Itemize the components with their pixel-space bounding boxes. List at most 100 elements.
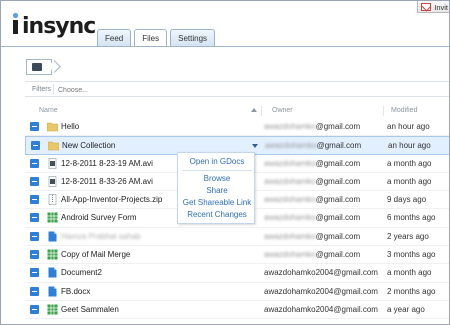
file-owner: awazdohamko@gmail.com [264, 232, 360, 241]
file-name[interactable]: FB.docx [61, 287, 90, 296]
file-owner: awazdohamko2004@gmail.com [264, 268, 378, 277]
owner-email: awazdohamko2004@gmail.com [264, 268, 378, 278]
file-owner: awazdohamko@gmail.com [264, 250, 360, 259]
file-modified: a month ago [387, 158, 432, 168]
row-checkbox[interactable] [30, 268, 39, 278]
file-row[interactable]: Geet Sammalen awazdohamko2004@gmail.com a … [25, 301, 449, 320]
owner-name-redacted: awazdohamko [264, 250, 316, 260]
file-owner: awazdohamko@gmail.com [265, 141, 361, 150]
insync-logo[interactable]: insync [8, 8, 96, 38]
file-modified: an hour ago [388, 141, 431, 151]
file-modified: 9 days ago [387, 195, 427, 205]
column-name[interactable]: Name [39, 107, 58, 114]
file-owner: awazdohamko2004@gmail.com [264, 305, 378, 314]
row-checkbox[interactable] [30, 176, 39, 186]
document-icon [47, 231, 58, 242]
filters-label: Filters [32, 86, 52, 93]
row-checkbox[interactable] [30, 304, 39, 314]
file-row[interactable]: FB.docx awazdohamko2004@gmail.com 2 months… [25, 283, 449, 301]
filter-input[interactable] [58, 84, 178, 96]
owner-name-redacted: awazdohamko [264, 122, 316, 131]
row-checkbox[interactable] [31, 141, 40, 151]
file-modified: a month ago [387, 176, 432, 186]
row-checkbox[interactable] [30, 122, 39, 131]
zip-file-icon [47, 194, 58, 205]
invite-button[interactable]: Invit [417, 1, 449, 13]
owner-email: @gmail.com [315, 195, 361, 205]
owner-name-redacted: awazdohamko [265, 141, 317, 151]
file-row[interactable]: Copy of Mail Merge awazdohamko@gmail.com 3… [25, 246, 449, 265]
file-name[interactable]: Hello [61, 122, 79, 131]
owner-email: awazdohamko2004@gmail.com [264, 286, 378, 296]
row-checkbox[interactable] [30, 231, 39, 241]
document-icon [47, 267, 58, 278]
file-name[interactable]: Hamza Prabhat sahab [61, 232, 141, 241]
column-owner[interactable]: Owner [272, 107, 293, 114]
video-file-icon [47, 176, 58, 187]
file-name[interactable]: New Collection [62, 141, 115, 150]
menu-share[interactable]: Share [178, 186, 256, 195]
file-name[interactable]: All-App-Inventor-Projects.zip [61, 195, 162, 204]
row-menu-dropdown-icon[interactable] [252, 144, 258, 149]
file-owner: awazdohamko@gmail.com [264, 195, 360, 204]
spreadsheet-icon [47, 212, 58, 223]
owner-name-redacted: awazdohamko [264, 213, 316, 223]
context-menu: Open in GDocs Browse Share Get Shareable… [177, 152, 255, 224]
owner-email: @gmail.com [315, 176, 361, 186]
drive-icon [32, 63, 42, 71]
file-modified: a month ago [387, 268, 432, 278]
file-name[interactable]: Copy of Mail Merge [61, 250, 130, 259]
file-modified: an hour ago [387, 122, 430, 131]
owner-name-redacted: awazdohamko [264, 158, 316, 168]
sort-ascending-icon[interactable] [251, 108, 257, 112]
menu-get-shareable-link[interactable]: Get Shareable Link [178, 198, 256, 207]
file-name[interactable]: Geet Sammalen [61, 305, 119, 314]
file-name[interactable]: 12-8-2011 8-23-19 AM.avi [61, 159, 153, 168]
owner-email: @gmail.com [315, 231, 361, 241]
folder-icon [46, 121, 59, 132]
tab-divider [1, 46, 449, 47]
file-name[interactable]: Android Survey Form [61, 213, 137, 222]
file-owner: awazdohamko2004@gmail.com [264, 287, 378, 296]
file-modified: a year ago [387, 304, 425, 314]
row-checkbox[interactable] [30, 158, 39, 168]
menu-recent-changes[interactable]: Recent Changes [178, 210, 256, 219]
menu-separator [182, 170, 252, 171]
row-checkbox[interactable] [30, 213, 39, 223]
menu-open-in-gdocs[interactable]: Open in GDocs [178, 157, 256, 166]
tab-feed[interactable]: Feed [97, 29, 132, 46]
file-modified: 3 months ago [387, 250, 436, 260]
spreadsheet-icon [47, 249, 58, 260]
owner-name-redacted: awazdohamko [264, 231, 316, 241]
spreadsheet-icon [47, 304, 58, 315]
invite-label: Invit [434, 2, 448, 12]
logo-text: insync [22, 14, 96, 39]
row-checkbox[interactable] [30, 286, 39, 296]
insync-window: insync Invit Feed Files Settings Filters… [0, 0, 450, 325]
row-checkbox[interactable] [30, 250, 39, 260]
tab-settings[interactable]: Settings [170, 29, 216, 46]
file-owner: awazdohamko@gmail.com [264, 213, 360, 222]
tab-files[interactable]: Files [134, 29, 168, 47]
column-modified[interactable]: Modified [391, 107, 417, 114]
file-owner: awazdohamko@gmail.com [264, 122, 360, 131]
video-file-icon [47, 157, 58, 169]
file-name[interactable]: Document2 [61, 268, 102, 277]
file-modified: 2 months ago [387, 286, 436, 296]
owner-email: @gmail.com [315, 122, 361, 131]
insync-logo-mark-icon [12, 12, 19, 34]
file-name[interactable]: 12-8-2011 8-33-26 AM.avi [61, 177, 153, 186]
row-checkbox[interactable] [30, 195, 39, 205]
file-row[interactable]: Hamza Prabhat sahab awazdohamko@gmail.com… [25, 228, 449, 247]
file-row[interactable]: Hello awazdohamko@gmail.com an hour ago [25, 118, 449, 137]
menu-browse[interactable]: Browse [178, 174, 256, 183]
file-modified: 2 years ago [387, 231, 429, 241]
document-icon [47, 286, 58, 297]
column-divider [261, 106, 262, 116]
file-owner: awazdohamko@gmail.com [264, 177, 360, 186]
file-modified: 6 months ago [387, 213, 436, 223]
filter-divider [53, 84, 54, 95]
folder-icon [47, 140, 60, 151]
owner-email: @gmail.com [316, 141, 362, 151]
file-row[interactable]: Document2 awazdohamko2004@gmail.com a mont… [25, 264, 449, 283]
